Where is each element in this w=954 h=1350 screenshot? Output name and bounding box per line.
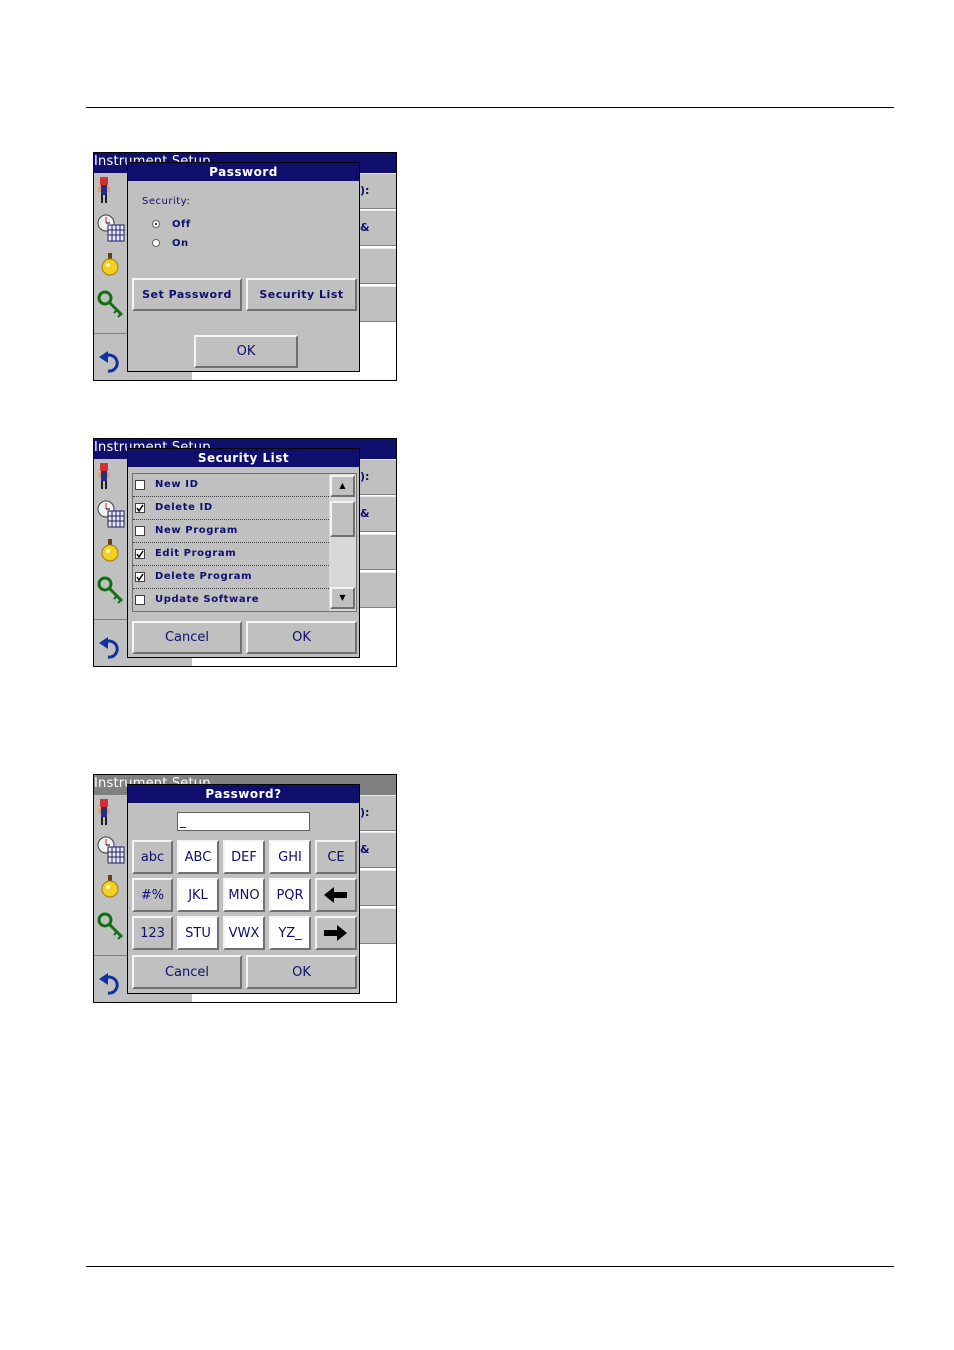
ok-button[interactable]: OK xyxy=(194,335,298,368)
ok-button[interactable]: OK xyxy=(246,621,357,654)
password-entry-dialog: Password? _ abc ABC DEF GHI CE #% JKL MN… xyxy=(127,784,360,994)
arrow-right-icon xyxy=(324,925,347,941)
key-PQR[interactable]: PQR xyxy=(269,878,311,912)
key-JKL[interactable]: JKL xyxy=(177,878,219,912)
clock-calendar-icon[interactable] xyxy=(96,499,126,531)
right-menu-button-3[interactable] xyxy=(360,534,396,570)
triangle-up-icon: ▲ xyxy=(339,481,346,490)
key-symbols[interactable]: #% xyxy=(132,878,173,912)
back-arrow-icon[interactable] xyxy=(96,347,126,379)
right-menu-button-3[interactable] xyxy=(360,248,396,284)
dialog-title: Password xyxy=(128,163,359,181)
checkbox[interactable] xyxy=(135,480,145,490)
security-on-label: On xyxy=(172,238,189,249)
key-clear-entry[interactable]: CE xyxy=(315,840,357,874)
list-item[interactable]: Delete ID xyxy=(133,497,329,520)
key-GHI[interactable]: GHI xyxy=(269,840,311,874)
list-item[interactable]: Update Software xyxy=(133,589,329,612)
clock-calendar-icon[interactable] xyxy=(96,213,126,245)
key-DEF[interactable]: DEF xyxy=(223,840,265,874)
cancel-button[interactable]: Cancel xyxy=(132,955,242,989)
password-key-icon[interactable] xyxy=(96,575,126,607)
dialog-title: Password? xyxy=(128,785,359,803)
key-forward[interactable] xyxy=(315,916,357,950)
arrow-left-icon xyxy=(324,887,347,903)
lamp-icon[interactable] xyxy=(96,873,126,905)
clock-calendar-icon[interactable] xyxy=(96,835,126,867)
right-menu-button-3[interactable] xyxy=(360,870,396,906)
right-menu-button-1[interactable]: ): xyxy=(360,459,396,495)
operator-id-icon[interactable] xyxy=(96,175,126,207)
security-label: Security: xyxy=(142,196,191,207)
back-arrow-icon[interactable] xyxy=(96,633,126,665)
key-numeric[interactable]: 123 xyxy=(132,916,173,950)
checkbox[interactable] xyxy=(135,526,145,536)
security-on-radio[interactable] xyxy=(152,239,160,247)
scrollbar[interactable]: ▲ ▼ xyxy=(329,474,356,611)
right-menu-button-4[interactable] xyxy=(360,572,396,608)
lamp-icon[interactable] xyxy=(96,537,126,569)
checkbox-checked[interactable] xyxy=(135,572,145,582)
checkbox[interactable] xyxy=(135,595,145,605)
security-list-dialog: Security List New ID Delete ID New Progr… xyxy=(127,448,360,658)
set-password-button[interactable]: Set Password xyxy=(132,278,242,311)
scroll-down-button[interactable]: ▼ xyxy=(330,587,355,609)
key-MNO[interactable]: MNO xyxy=(223,878,265,912)
operator-id-icon[interactable] xyxy=(96,797,126,829)
dialog-title: Security List xyxy=(128,449,359,467)
list-item[interactable]: New ID xyxy=(133,474,329,497)
security-list-button[interactable]: Security List xyxy=(246,278,357,311)
checkbox-checked[interactable] xyxy=(135,549,145,559)
password-screen: Instrument Setup ): & Password Security:… xyxy=(93,152,397,381)
ok-button[interactable]: OK xyxy=(246,955,357,989)
scroll-thumb[interactable] xyxy=(330,501,355,537)
key-backspace[interactable] xyxy=(315,878,357,912)
key-VWX[interactable]: VWX xyxy=(223,916,265,950)
key-YZ[interactable]: YZ_ xyxy=(269,916,311,950)
key-abc[interactable]: abc xyxy=(132,840,173,874)
key-STU[interactable]: STU xyxy=(177,916,219,950)
password-key-icon[interactable] xyxy=(96,289,126,321)
security-off-radio[interactable] xyxy=(152,220,160,228)
header-rule xyxy=(86,107,894,108)
password-entry-screen: Instrument Setup ): & Password? _ abc AB… xyxy=(93,774,397,1003)
security-list-screen: Instrument Setup ): & Security List New … xyxy=(93,438,397,667)
right-menu-button-2[interactable]: & xyxy=(360,210,396,246)
security-off-label: Off xyxy=(172,219,191,230)
key-ABC[interactable]: ABC xyxy=(177,840,219,874)
security-list: New ID Delete ID New Program Edit Progra… xyxy=(132,473,357,612)
password-input[interactable]: _ xyxy=(177,812,310,831)
operator-id-icon[interactable] xyxy=(96,461,126,493)
password-key-icon[interactable] xyxy=(96,911,126,943)
footer-rule xyxy=(86,1266,894,1267)
right-menu-button-4[interactable] xyxy=(360,286,396,322)
right-menu-button-2[interactable]: & xyxy=(360,496,396,532)
list-item[interactable]: Edit Program xyxy=(133,543,329,566)
checkbox-checked[interactable] xyxy=(135,503,145,513)
right-menu-button-4[interactable] xyxy=(360,908,396,944)
list-item[interactable]: Delete Program xyxy=(133,566,329,589)
scroll-up-button[interactable]: ▲ xyxy=(330,475,355,497)
right-menu-button-1[interactable]: ): xyxy=(360,795,396,831)
lamp-icon[interactable] xyxy=(96,251,126,283)
password-dialog: Password Security: Off On Set Password S… xyxy=(127,162,360,372)
right-menu-button-2[interactable]: & xyxy=(360,832,396,868)
right-menu-button-1[interactable]: ): xyxy=(360,173,396,209)
back-arrow-icon[interactable] xyxy=(96,969,126,1001)
list-item[interactable]: New Program xyxy=(133,520,329,543)
triangle-down-icon: ▼ xyxy=(339,593,346,602)
cancel-button[interactable]: Cancel xyxy=(132,621,242,654)
